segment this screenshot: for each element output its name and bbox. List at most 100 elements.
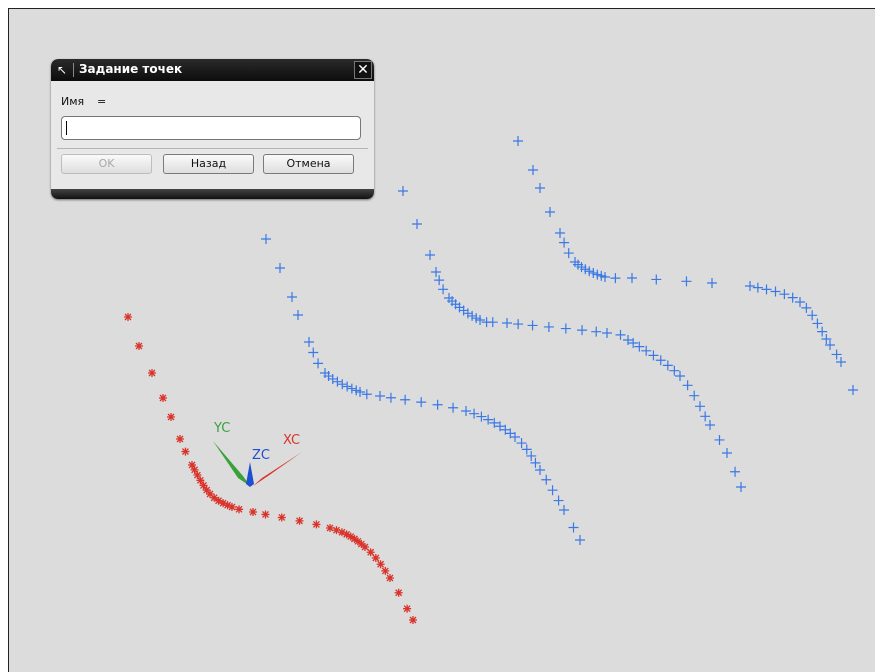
point-marker[interactable] xyxy=(527,320,538,331)
point-marker[interactable] xyxy=(795,297,805,307)
point-marker[interactable] xyxy=(615,329,626,340)
point-marker[interactable] xyxy=(409,616,417,624)
point-marker[interactable] xyxy=(513,136,523,146)
point-marker[interactable] xyxy=(541,474,552,485)
point-marker[interactable] xyxy=(547,485,558,496)
close-icon[interactable]: ✕ xyxy=(354,61,372,79)
point-marker[interactable] xyxy=(602,328,612,338)
point-marker[interactable] xyxy=(535,465,545,475)
point-marker[interactable] xyxy=(530,457,541,468)
point-marker[interactable] xyxy=(752,282,763,293)
point-marker[interactable] xyxy=(425,250,435,260)
point-marker[interactable] xyxy=(553,495,564,506)
point-marker[interactable] xyxy=(707,278,717,288)
point-marker[interactable] xyxy=(181,447,190,456)
point-marker[interactable] xyxy=(385,392,396,403)
point-marker[interactable] xyxy=(403,604,412,613)
point-marker[interactable] xyxy=(513,319,524,330)
point-marker[interactable] xyxy=(448,402,459,413)
point-marker[interactable] xyxy=(167,413,175,421)
point-marker[interactable] xyxy=(432,399,443,410)
point-marker[interactable] xyxy=(848,385,858,395)
point-marker[interactable] xyxy=(308,347,319,358)
point-marker[interactable] xyxy=(337,379,348,390)
point-marker[interactable] xyxy=(669,365,680,376)
back-button[interactable]: Назад xyxy=(163,154,254,174)
point-marker[interactable] xyxy=(261,234,271,244)
point-marker[interactable] xyxy=(371,554,380,563)
cancel-button[interactable]: Отмена xyxy=(263,154,354,174)
point-marker[interactable] xyxy=(543,321,554,332)
point-marker[interactable] xyxy=(545,207,555,217)
name-input[interactable] xyxy=(61,116,361,140)
point-marker[interactable] xyxy=(722,448,732,458)
point-marker[interactable] xyxy=(526,450,537,461)
point-marker[interactable] xyxy=(176,435,184,443)
point-marker[interactable] xyxy=(312,520,321,529)
point-marker[interactable] xyxy=(502,318,512,328)
point-marker[interactable] xyxy=(326,524,334,532)
point-marker[interactable] xyxy=(438,284,449,295)
point-marker[interactable] xyxy=(381,566,390,575)
point-marker[interactable] xyxy=(641,345,652,356)
point-marker[interactable] xyxy=(730,466,741,477)
point-marker[interactable] xyxy=(682,380,693,391)
point-marker[interactable] xyxy=(394,588,403,597)
point-marker[interactable] xyxy=(770,286,781,297)
point-marker[interactable] xyxy=(831,349,842,360)
point-marker[interactable] xyxy=(275,263,285,273)
point-marker[interactable] xyxy=(817,326,828,337)
point-marker[interactable] xyxy=(521,444,532,455)
point-marker[interactable] xyxy=(651,274,662,285)
point-marker[interactable] xyxy=(516,438,527,449)
point-marker[interactable] xyxy=(761,284,772,295)
point-marker[interactable] xyxy=(681,276,692,287)
point-marker[interactable] xyxy=(560,323,571,334)
point-marker[interactable] xyxy=(836,357,846,367)
point-marker[interactable] xyxy=(655,355,666,366)
point-marker[interactable] xyxy=(235,505,244,514)
point-marker[interactable] xyxy=(662,360,673,371)
point-marker[interactable] xyxy=(801,302,812,313)
point-marker[interactable] xyxy=(568,522,579,533)
point-marker[interactable] xyxy=(386,574,394,582)
point-marker[interactable] xyxy=(376,560,385,569)
point-marker[interactable] xyxy=(714,434,725,445)
point-marker[interactable] xyxy=(332,376,343,387)
dialog-titlebar[interactable]: ↖ Задание точек ✕ xyxy=(51,59,374,81)
point-marker[interactable] xyxy=(361,389,372,400)
point-marker[interactable] xyxy=(675,371,685,381)
point-marker[interactable] xyxy=(528,165,538,175)
point-marker[interactable] xyxy=(559,505,569,515)
point-marker[interactable] xyxy=(124,313,132,321)
point-marker[interactable] xyxy=(745,281,755,291)
point-marker[interactable] xyxy=(228,503,236,511)
point-marker[interactable] xyxy=(563,248,574,259)
point-marker[interactable] xyxy=(412,219,422,229)
point-marker[interactable] xyxy=(555,228,565,238)
point-marker[interactable] xyxy=(277,513,286,522)
point-marker[interactable] xyxy=(610,273,621,284)
point-marker[interactable] xyxy=(736,482,746,492)
point-marker[interactable] xyxy=(327,373,338,384)
point-marker[interactable] xyxy=(135,342,143,350)
point-marker[interactable] xyxy=(559,237,570,248)
point-marker[interactable] xyxy=(689,390,700,401)
point-marker[interactable] xyxy=(148,369,156,377)
point-marker[interactable] xyxy=(293,310,303,320)
point-marker[interactable] xyxy=(342,381,353,392)
point-marker[interactable] xyxy=(375,391,385,401)
point-marker[interactable] xyxy=(398,186,408,196)
point-marker[interactable] xyxy=(249,508,257,516)
point-marker[interactable] xyxy=(535,183,545,193)
point-marker[interactable] xyxy=(469,408,480,419)
point-marker[interactable] xyxy=(416,397,427,408)
point-marker[interactable] xyxy=(287,292,297,302)
point-marker[interactable] xyxy=(575,535,585,545)
point-marker[interactable] xyxy=(812,318,823,329)
point-marker[interactable] xyxy=(400,394,411,405)
point-marker[interactable] xyxy=(694,401,705,412)
point-marker[interactable] xyxy=(591,326,602,337)
point-marker[interactable] xyxy=(461,406,471,416)
point-marker[interactable] xyxy=(159,394,167,402)
